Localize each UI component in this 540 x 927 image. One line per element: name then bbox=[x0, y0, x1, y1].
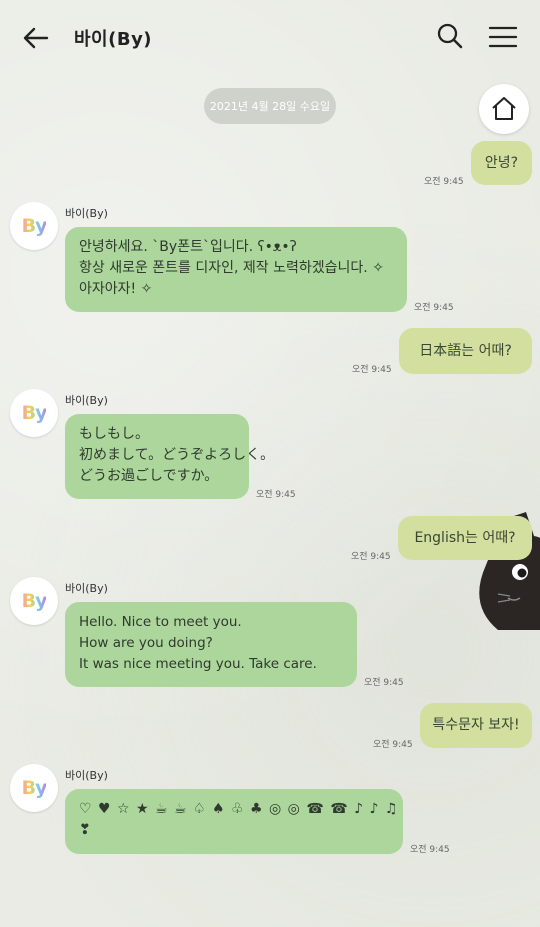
message-line: ♡ ♥ ☆ ★ ☕ ☕ ♤ ♠ ♧ ♣ ◎ ◎ ☎ ☎ ♪ ♪ ♫ bbox=[79, 801, 399, 817]
sender-name: 바이(By) bbox=[65, 394, 108, 407]
message-line: もしもし。 bbox=[79, 426, 149, 442]
avatar[interactable]: By bbox=[10, 577, 58, 625]
message-text: 특수문자 보자! bbox=[432, 717, 520, 733]
message-line: どうお過ごしですか。 bbox=[79, 468, 219, 484]
received-message-bubble[interactable]: もしもし。 初めまして。どうぞよろしく。 どうお過ごしですか。 bbox=[65, 414, 275, 499]
sender-name: 바이(By) bbox=[65, 769, 108, 782]
received-message-bubble[interactable]: Hello. Nice to meet you. How are you doi… bbox=[65, 602, 357, 687]
sender-name: 바이(By) bbox=[65, 207, 108, 220]
back-arrow-icon[interactable] bbox=[22, 24, 50, 52]
search-icon[interactable] bbox=[436, 22, 464, 50]
sent-message-bubble[interactable]: English는 어때? bbox=[398, 516, 532, 560]
home-icon bbox=[492, 97, 516, 120]
avatar[interactable]: By bbox=[10, 202, 58, 250]
home-button[interactable] bbox=[479, 84, 529, 134]
message-line: 初めまして。どうぞよろしく。 bbox=[79, 447, 275, 463]
message-time: 오전 9:45 bbox=[373, 740, 413, 750]
received-message-bubble[interactable]: 안녕하세요. `By폰트`입니다. ʕ•ᴥ•ʔ 항상 새로운 폰트를 디자인, … bbox=[65, 227, 407, 312]
message-time: 오전 9:45 bbox=[414, 303, 454, 313]
message-line: 아자아자! ✧ bbox=[79, 281, 153, 297]
sent-message-bubble[interactable]: 日本語는 어때? bbox=[399, 328, 532, 374]
message-line: It was nice meeting you. Take care. bbox=[79, 656, 317, 672]
chat-title: 바이(By) bbox=[74, 29, 153, 50]
message-line: How are you doing? bbox=[79, 635, 213, 651]
sent-message-bubble[interactable]: 안녕? bbox=[471, 141, 532, 185]
menu-icon[interactable] bbox=[488, 24, 518, 50]
avatar-logo: By bbox=[21, 590, 48, 612]
message-time: 오전 9:45 bbox=[424, 177, 464, 187]
message-line: ❣ bbox=[79, 822, 92, 838]
message-text: 日本語는 어때? bbox=[419, 342, 512, 359]
avatar[interactable]: By bbox=[10, 764, 58, 812]
sent-message-bubble[interactable]: 특수문자 보자! bbox=[420, 703, 532, 748]
message-line: 안녕하세요. `By폰트`입니다. ʕ•ᴥ•ʔ bbox=[79, 239, 297, 255]
message-time: 오전 9:45 bbox=[410, 845, 450, 855]
message-line: 항상 새로운 폰트를 디자인, 제작 노력하겠습니다. ✧ bbox=[79, 260, 384, 276]
message-text: English는 어때? bbox=[414, 529, 516, 546]
sender-name: 바이(By) bbox=[65, 582, 108, 595]
message-time: 오전 9:45 bbox=[352, 365, 392, 375]
avatar-logo: By bbox=[21, 777, 48, 799]
message-time: 오전 9:45 bbox=[364, 678, 404, 688]
avatar-logo: By bbox=[21, 402, 48, 424]
avatar-logo: By bbox=[21, 215, 48, 237]
avatar[interactable]: By bbox=[10, 389, 58, 437]
received-message-bubble[interactable]: ♡ ♥ ☆ ★ ☕ ☕ ♤ ♠ ♧ ♣ ◎ ◎ ☎ ☎ ♪ ♪ ♫ ❣ bbox=[65, 789, 403, 854]
message-time: 오전 9:45 bbox=[256, 490, 296, 500]
message-line: Hello. Nice to meet you. bbox=[79, 614, 242, 630]
date-divider: 2021년 4월 28일 수요일 bbox=[204, 88, 336, 124]
message-time: 오전 9:45 bbox=[351, 552, 391, 562]
message-text: 안녕? bbox=[484, 154, 519, 171]
chat-header: 바이(By) bbox=[0, 0, 540, 74]
